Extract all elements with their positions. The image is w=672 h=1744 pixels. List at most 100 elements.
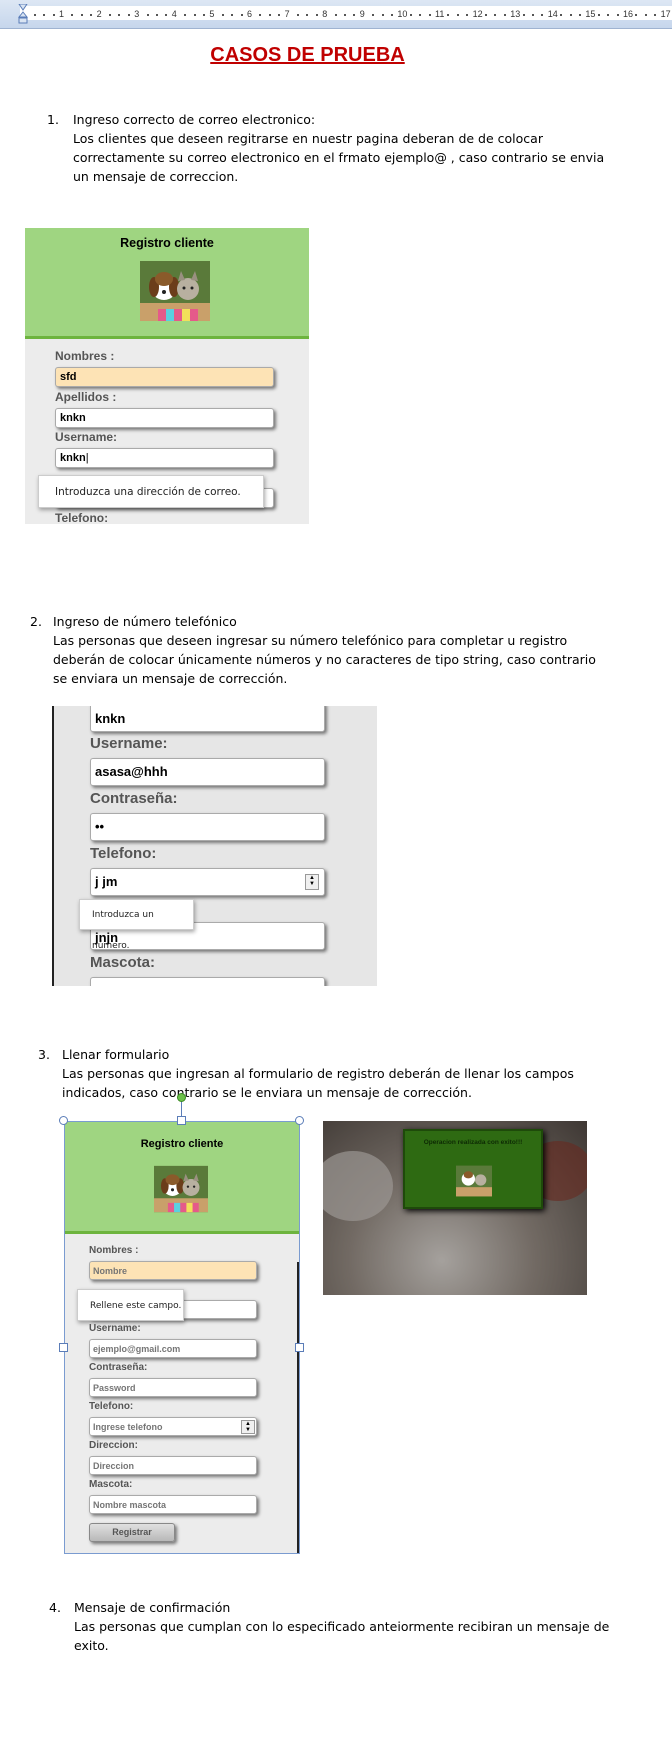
label-username: Username:	[89, 1323, 141, 1334]
scroll-edge	[297, 1262, 299, 1553]
telefono-input[interactable]	[89, 1417, 257, 1436]
ruler-tick-label: 14	[547, 9, 558, 19]
ruler-dot	[456, 14, 459, 16]
label-mascota: Mascota:	[90, 954, 156, 971]
ruler-tick-label: 16	[623, 9, 634, 19]
ruler-dot	[231, 14, 234, 16]
case-1-number: 1.	[47, 112, 59, 127]
indent-marker-icon[interactable]	[18, 4, 28, 24]
horizontal-ruler[interactable]: 1 2 3 4 5 6 7 8 9 10 11 12 13 14 15 16 17	[0, 0, 672, 29]
ruler-dot	[118, 14, 121, 16]
ruler-dot	[33, 14, 36, 16]
ruler-dot	[644, 14, 647, 16]
ruler-dot	[372, 14, 375, 16]
screenshot-email-validation: Registro cliente Nombres : sfd Apellidos…	[25, 228, 309, 524]
tooltip-text: Introduzca una dirección de correo.	[55, 486, 241, 498]
form-title: Registro cliente	[120, 236, 214, 250]
ruler-dot	[503, 14, 506, 16]
ruler-dot	[616, 14, 619, 16]
case-2-title: Ingreso de número telefónico	[53, 614, 237, 629]
password-input[interactable]	[89, 1378, 257, 1397]
resize-handle-icon[interactable]	[59, 1343, 68, 1352]
telefono-input[interactable]: j jm	[90, 868, 325, 896]
ruler-dot	[522, 14, 525, 16]
mascota-input[interactable]	[90, 977, 325, 986]
required-field-tooltip: Rellene este campo.	[77, 1289, 184, 1321]
nombres-input[interactable]	[89, 1261, 257, 1280]
pet-photo-icon	[456, 1165, 492, 1197]
case-2-number: 2.	[30, 614, 42, 629]
ruler-tick-label: 15	[585, 9, 596, 19]
mascota-input[interactable]	[89, 1495, 257, 1514]
ruler-dot	[278, 14, 281, 16]
success-dialog: Operacion realizada con exito!!!	[403, 1129, 543, 1209]
screenshot-required-fields[interactable]: Registro cliente Nombres : Rellene este …	[64, 1121, 300, 1554]
ruler-track	[20, 6, 672, 20]
username-input[interactable]: asasa@hhh	[90, 758, 325, 786]
rotate-handle-icon[interactable]	[177, 1093, 186, 1102]
form-header: Registro cliente	[65, 1122, 299, 1234]
ruler-dot	[560, 14, 563, 16]
ruler-dot	[259, 14, 262, 16]
ruler-tick-label: 6	[247, 9, 253, 19]
case-3-line: indicados, caso contrario se le enviara …	[62, 1085, 472, 1100]
nombres-input[interactable]: sfd	[55, 367, 274, 387]
form-header: Registro cliente	[25, 228, 309, 339]
case-4-number: 4.	[49, 1600, 61, 1615]
ruler-dot	[381, 14, 384, 16]
success-message: Operacion realizada con exito!!!	[423, 1139, 523, 1146]
ruler-dot	[635, 14, 638, 16]
screenshot-success-message: Operacion realizada con exito!!!	[323, 1121, 587, 1295]
ruler-dot	[184, 14, 187, 16]
resize-handle-icon[interactable]	[177, 1116, 186, 1125]
document-title: CASOS DE PRUEBA	[210, 44, 405, 66]
email-validation-tooltip: Introduzca una dirección de correo.	[38, 475, 264, 508]
resize-handle-icon[interactable]	[59, 1116, 68, 1125]
label-apellidos: Apellidos :	[55, 390, 117, 404]
ruler-dot	[71, 14, 74, 16]
direccion-input[interactable]	[89, 1456, 257, 1475]
username-input[interactable]	[89, 1339, 257, 1358]
apellidos-input[interactable]: knkn	[55, 408, 274, 428]
apellidos-input[interactable]: knkn	[90, 706, 325, 732]
registrar-button[interactable]: Registrar	[89, 1523, 175, 1542]
case-4-line: exito.	[74, 1638, 109, 1653]
label-direccion: Direccion:	[89, 1440, 138, 1451]
username-input[interactable]: knkn|	[55, 448, 274, 468]
password-input[interactable]: ••	[90, 813, 325, 841]
ruler-dot	[306, 14, 309, 16]
resize-handle-icon[interactable]	[295, 1343, 304, 1352]
ruler-dot	[494, 14, 497, 16]
ruler-dot	[428, 14, 431, 16]
ruler-dot	[569, 14, 572, 16]
case-2-line: deberán de colocar únicamente números y …	[53, 652, 596, 667]
ruler-dot	[654, 14, 657, 16]
number-spinner-icon[interactable]: ▲ ▼	[241, 1420, 255, 1434]
resize-handle-icon[interactable]	[295, 1116, 304, 1125]
ruler-tick-label: 5	[209, 9, 215, 19]
ruler-tick-label: 7	[284, 9, 290, 19]
ruler-tick-label: 1	[59, 9, 65, 19]
label-contrasena: Contraseña:	[90, 790, 178, 807]
case-2-line: Las personas que deseen ingresar su núme…	[53, 633, 568, 648]
ruler-dot	[541, 14, 544, 16]
number-spinner-icon[interactable]: ▲ ▼	[305, 874, 319, 890]
ruler-dot	[127, 14, 130, 16]
tooltip-text: Rellene este campo.	[90, 1301, 182, 1311]
form-title: Registro cliente	[140, 1138, 224, 1150]
ruler-dot	[485, 14, 487, 16]
ruler-dot	[165, 14, 168, 16]
ruler-dot	[409, 14, 412, 16]
ruler-dot	[193, 14, 196, 16]
case-3-line: Las personas que ingresan al formulario …	[62, 1066, 574, 1081]
ruler-dot	[297, 14, 299, 16]
label-telefono: Telefono:	[90, 845, 157, 862]
username-value: knkn	[60, 452, 86, 464]
ruler-tick-label: 8	[322, 9, 328, 19]
ruler-dot	[90, 14, 93, 16]
screenshot-phone-validation: knkn Username: asasa@hhh Contraseña: •• …	[52, 706, 377, 986]
ruler-dot	[109, 14, 111, 16]
ruler-dot	[447, 14, 450, 16]
label-telefono: Telefono:	[55, 511, 109, 524]
ruler-tick-label: 4	[171, 9, 177, 19]
